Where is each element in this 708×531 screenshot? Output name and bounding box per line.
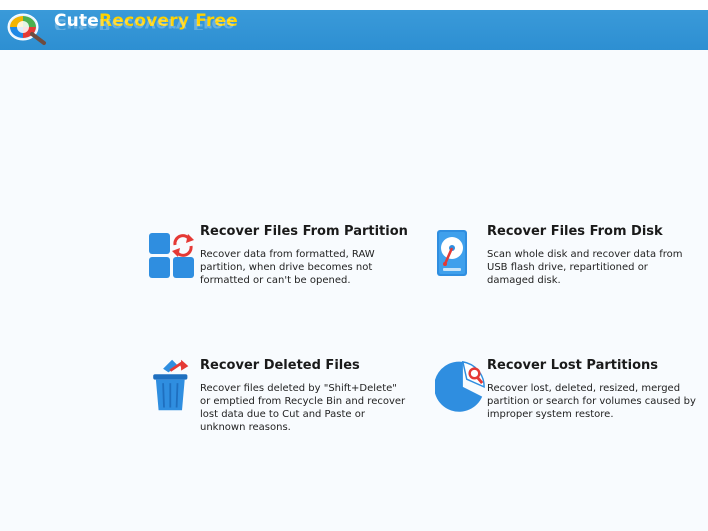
option-description: Recover data from formatted, RAW partiti… <box>200 249 375 286</box>
option-description: Scan whole disk and recover data from US… <box>487 249 683 286</box>
option-title: Recover Lost Partitions <box>487 358 659 373</box>
app-logo-icon <box>7 13 46 45</box>
lost-partition-icon <box>435 360 485 412</box>
recover-files-from-disk-option[interactable]: Recover Files From Disk Scan whole disk … <box>435 224 695 314</box>
recycle-bin-icon <box>153 359 189 411</box>
app-title-reflection: CuteRecovery Free <box>54 18 235 30</box>
title-bar: CuteRecovery Free CuteRecovery Free <box>0 0 708 50</box>
option-title: Recover Files From Disk <box>487 224 663 239</box>
recover-lost-partitions-option[interactable]: Recover Lost Partitions Recover lost, de… <box>435 358 696 448</box>
hard-disk-icon <box>437 230 467 276</box>
option-title: Recover Deleted Files <box>200 358 360 373</box>
option-description: Recover lost, deleted, resized, merged p… <box>487 383 696 420</box>
partition-recover-icon <box>149 233 194 278</box>
recover-deleted-files-option[interactable]: Recover Deleted Files Recover files dele… <box>148 358 408 448</box>
option-description: Recover files deleted by "Shift+Delete" … <box>200 383 406 433</box>
option-title: Recover Files From Partition <box>200 224 408 239</box>
recover-files-from-partition-option[interactable]: Recover Files From Partition Recover dat… <box>148 224 408 314</box>
